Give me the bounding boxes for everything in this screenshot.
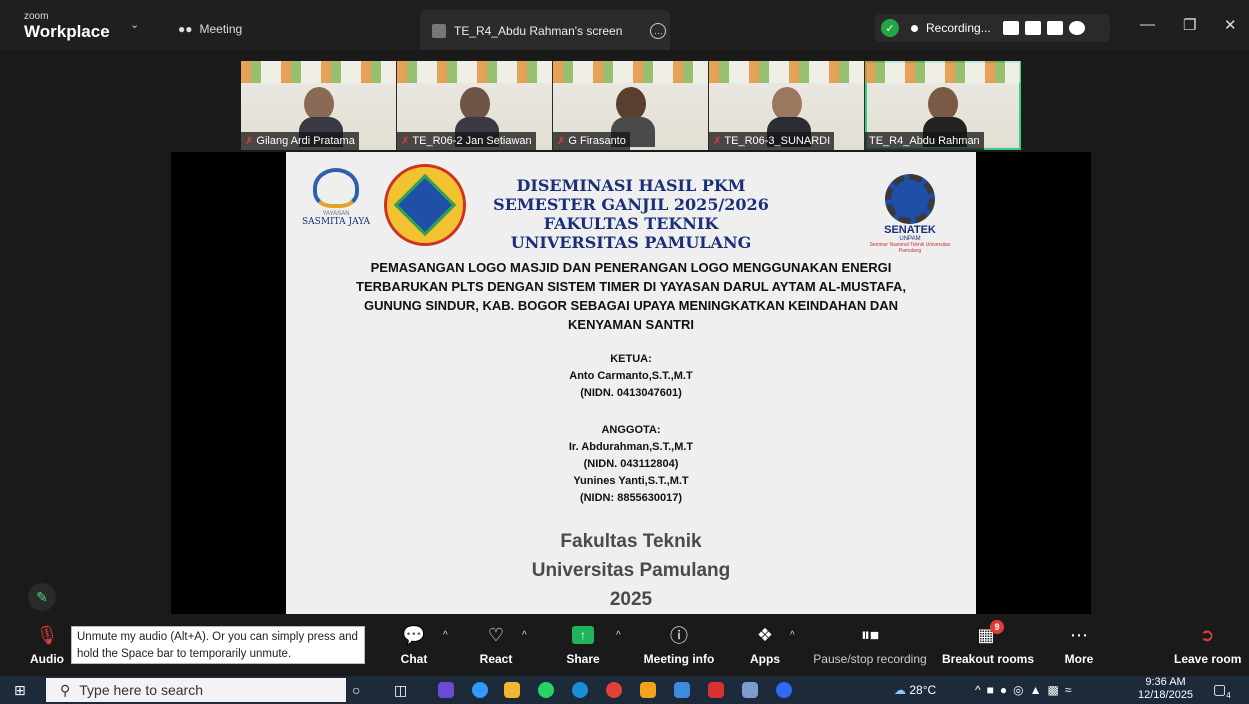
mic-muted-icon: ✗ [245,135,254,147]
gear-icon[interactable] [1068,21,1085,35]
pause-stop-recording-button[interactable]: ⏸⏹ Pause/stop recording [810,622,930,667]
participant-name: ✗ TE_R06-3_SUNARDI [709,132,835,150]
wps-icon[interactable] [708,682,724,698]
cortana-icon[interactable]: ○ [352,682,360,698]
chevron-up-icon[interactable]: ^ [522,630,527,641]
react-button[interactable]: ♡ React [474,622,518,667]
copilot-icon[interactable] [438,682,454,698]
taskbar-clock[interactable]: 9:36 AM 12/18/2025 [1138,676,1193,702]
unmute-tooltip: Unmute my audio (Alt+A). Or you can simp… [71,626,365,664]
recording-label: Recording... [926,21,991,35]
shared-screen-tab[interactable]: TE_R4_Abdu Rahman's screen … [420,10,670,52]
meeting-label: Meeting [199,22,243,36]
chat-button[interactable]: 💬 Chat [395,622,433,667]
participant-tile[interactable]: ✗ TE_R06-2 Jan Setiawan [397,61,553,150]
heart-icon: ♡ [487,624,505,645]
leave-room-button[interactable]: ➲ Leave room [1174,622,1241,667]
participant-tile-active-speaker[interactable]: TE_R4_Abdu Rahman [865,61,1021,150]
more-icon: ⋯ [1070,624,1088,645]
participant-name: TE_R4_Abdu Rahman [865,132,984,150]
chevron-up-icon[interactable]: ^ [443,630,448,641]
cloud-icon: ☁ [894,683,906,697]
notification-icon[interactable]: ▢4 [1213,681,1231,700]
share-screen-icon: ↑ [572,626,594,644]
windows-taskbar: ⊞ ⚲ Type here to search ○ ◫ ☁ 28°C ^■●◎▲… [0,676,1249,704]
people-icon: ●● [178,22,193,36]
zoom-workplace-logo: zoom Workplace [24,11,110,41]
slide-subtitle: PEMASANGAN LOGO MASJID DAN PENERANGAN LO… [356,260,906,332]
mic-muted-icon: ✗ [401,135,410,147]
title-bar: zoom Workplace ⌄ ●● Meeting TE_R4_Abdu R… [0,0,1249,52]
slide-title: DISEMINASI HASIL PKM SEMESTER GANJIL 202… [493,176,769,252]
slide-footer: Fakultas Teknik Universitas Pamulang 202… [531,531,731,610]
apps-icon: ❖ [756,624,774,645]
whatsapp-icon[interactable] [538,682,554,698]
mic-muted-icon: ✗ [557,135,566,147]
breakout-badge: 9 [990,620,1004,634]
participant-name: ✗ TE_R06-2 Jan Setiawan [397,132,536,150]
camera-snapshot-icon[interactable] [1002,21,1019,35]
chevron-down-icon[interactable]: ⌄ [130,18,139,31]
system-tray[interactable]: ^■●◎▲▩≈ [975,683,1077,697]
search-icon: ⚲ [60,681,71,698]
leave-icon: ➲ [1199,624,1215,645]
mic-muted-icon: ✗ [713,135,722,147]
file-explorer-icon[interactable] [504,682,520,698]
meeting-menu[interactable]: ●● Meeting [178,22,242,36]
more-button[interactable]: ⋯ More [1062,622,1096,667]
shield-check-icon: ✓ [881,19,899,37]
paint-icon[interactable] [742,682,758,698]
restore-icon[interactable]: ❐ [1183,16,1196,34]
participant-gallery: ✗ Gilang Ardi Pratama ✗ TE_R06-2 Jan Setia… [241,61,1021,150]
audio-button[interactable]: 🎙 Audio [22,622,72,667]
zoom-app-icon[interactable] [776,682,792,698]
store-icon[interactable] [640,682,656,698]
breakout-rooms-button[interactable]: ▦ 9 Breakout rooms [942,620,1034,666]
pause-stop-icon: ⏸⏹ [861,624,879,645]
presentation-slide: YAYASAN SASMITA JAYA SENATEK UNPAM Semin… [286,152,976,614]
screen-tab-label: TE_R4_Abdu Rahman's screen [454,24,623,38]
close-icon[interactable]: ✕ [1224,16,1237,34]
recording-dot-icon [911,24,918,32]
ketua-block: KETUA: Anto Carmanto,S.T.,M.T (NIDN. 041… [569,353,693,399]
annotate-pencil-icon[interactable]: ✎ [28,583,56,611]
recording-indicator[interactable]: ✓ Recording... [875,14,1110,42]
edge-icon[interactable] [572,682,588,698]
video-icon[interactable] [1024,21,1041,35]
apps-button[interactable]: ❖ Apps [748,622,782,667]
participant-name: ✗ G Firasanto [553,132,630,150]
chevron-up-icon[interactable]: ^ [975,683,987,697]
breakout-rooms-icon: ▦ 9 [942,620,1030,648]
more-options-icon[interactable]: … [650,23,667,39]
share-button[interactable]: ↑ Share [562,622,604,666]
windows-start-icon[interactable]: ⊞ [14,682,26,699]
anggota-block: ANGGOTA: Ir. Abdurahman,S.T.,M.T (NIDN. … [568,424,694,504]
meeting-info-button[interactable]: ⓘ Meeting info [640,622,718,666]
task-view-icon[interactable]: ◫ [394,682,407,699]
tray-icons: ■●◎▲▩≈ [986,683,1078,697]
mic-muted-icon: 🎙 [35,624,59,645]
weather-widget[interactable]: ☁ 28°C [894,683,936,697]
app-icon[interactable] [674,682,690,698]
chevron-up-icon[interactable]: ^ [790,630,795,641]
info-icon: ⓘ [670,626,688,646]
participant-name: ✗ Gilang Ardi Pratama [241,132,359,150]
taskbar-search-input[interactable]: ⚲ Type here to search [46,678,346,702]
participant-tile[interactable]: ✗ Gilang Ardi Pratama [241,61,397,150]
window-icon[interactable] [1046,21,1063,35]
brand-small: zoom [24,11,49,22]
participant-tile[interactable]: ✗ TE_R06-3_SUNARDI [709,61,865,150]
chat-icon: 💬 [402,624,426,645]
minimize-icon[interactable]: — [1140,16,1155,33]
chrome-icon[interactable] [472,682,488,698]
brand-big: Workplace [24,22,110,41]
avatar [432,24,446,38]
chrome-profile-icon[interactable] [606,682,622,698]
participant-tile[interactable]: ✗ G Firasanto [553,61,709,150]
chevron-up-icon[interactable]: ^ [616,630,621,641]
